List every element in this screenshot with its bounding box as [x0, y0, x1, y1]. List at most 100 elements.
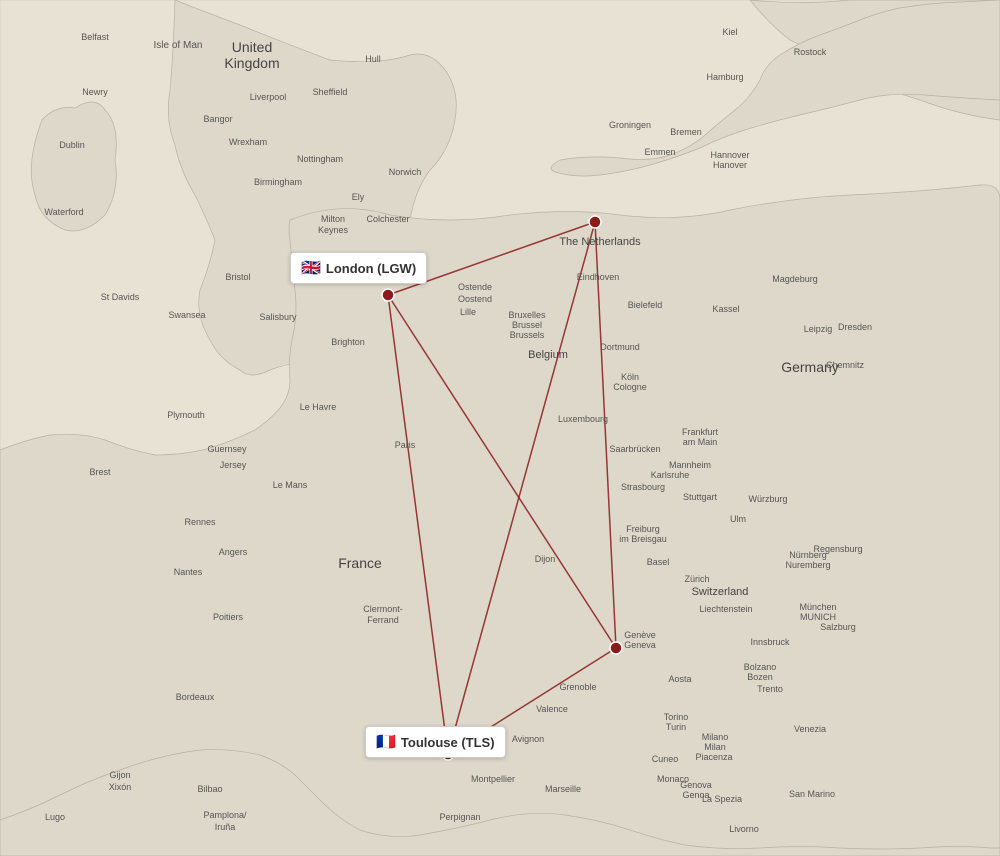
label-dresden: Dresden — [838, 322, 872, 332]
label-bielefeld: Bielefeld — [628, 300, 663, 310]
label-frankfurt: Frankfurt — [682, 427, 719, 437]
label-am-main: am Main — [683, 437, 718, 447]
label-nottingham: Nottingham — [297, 154, 343, 164]
label-keynes: Keynes — [318, 225, 349, 235]
label-avignon: Avignon — [512, 734, 544, 744]
label-salzburg: Salzburg — [820, 622, 856, 632]
label-dublin: Dublin — [59, 140, 85, 150]
label-livorno: Livorno — [729, 824, 759, 834]
label-emmen: Emmen — [644, 147, 675, 157]
label-la-spezia: La Spezia — [702, 794, 742, 804]
label-waterford: Waterford — [44, 207, 83, 217]
label-bilbao: Bilbao — [197, 784, 222, 794]
label-san-marino: San Marino — [789, 789, 835, 799]
label-bangor: Bangor — [203, 114, 232, 124]
label-trento: Trento — [757, 684, 783, 694]
label-le-havre: Le Havre — [300, 402, 337, 412]
lyon-dot — [610, 642, 622, 654]
label-switzerland: Switzerland — [692, 586, 749, 598]
label-brussels: Brussels — [510, 330, 545, 340]
map-container: Isle of Man United Kingdom Belfast Newry… — [0, 0, 1000, 856]
label-stuttgart: Stuttgart — [683, 492, 718, 502]
label-hull: Hull — [365, 54, 381, 64]
map-svg: Isle of Man United Kingdom Belfast Newry… — [0, 0, 1000, 856]
label-isle-of-man: Isle of Man — [154, 40, 203, 51]
label-liverpool: Liverpool — [250, 92, 287, 102]
label-brighton: Brighton — [331, 337, 365, 347]
label-basel: Basel — [647, 557, 670, 567]
label-mannheim: Mannheim — [669, 460, 711, 470]
london-dot — [382, 289, 394, 301]
label-gijon: Gijon — [109, 770, 130, 780]
label-strasbourg: Strasbourg — [621, 482, 665, 492]
label-ulm: Ulm — [730, 514, 746, 524]
label-piacenza: Piacenza — [695, 752, 732, 762]
label-hannover: Hannover — [710, 150, 749, 160]
label-wrexham: Wrexham — [229, 137, 267, 147]
label-belgium: Belgium — [528, 349, 568, 361]
label-dortmund: Dortmund — [600, 342, 640, 352]
label-clermont: Clermont- — [363, 604, 403, 614]
label-rostock: Rostock — [794, 47, 827, 57]
label-france: France — [338, 555, 382, 571]
label-kassel: Kassel — [712, 304, 739, 314]
label-zurich: Zürich — [684, 574, 709, 584]
label-luxembourg: Luxembourg — [558, 414, 608, 424]
label-belfast: Belfast — [81, 32, 109, 42]
label-guernsey: Guernsey — [207, 444, 247, 454]
label-sheffield: Sheffield — [313, 87, 348, 97]
label-groningen: Groningen — [609, 120, 651, 130]
label-iruna: Iruña — [215, 822, 236, 832]
label-le-mans: Le Mans — [273, 480, 308, 490]
label-kingdom: Kingdom — [224, 55, 279, 71]
label-im-breisgau: im Breisgau — [619, 534, 667, 544]
label-colchester: Colchester — [366, 214, 409, 224]
label-kiel: Kiel — [722, 27, 737, 37]
label-venezia: Venezia — [794, 724, 826, 734]
label-torino: Torino — [664, 712, 689, 722]
label-wurzburg: Würzburg — [748, 494, 787, 504]
label-munich2: MUNICH — [800, 612, 836, 622]
label-newry: Newry — [82, 87, 108, 97]
label-plymouth: Plymouth — [167, 410, 205, 420]
label-magdeburg: Magdeburg — [772, 274, 818, 284]
label-leipzig: Leipzig — [804, 324, 833, 334]
label-swansea: Swansea — [168, 310, 205, 320]
label-montpellier: Montpellier — [471, 774, 515, 784]
label-milan: Milano — [702, 732, 729, 742]
label-xijon: Xixón — [109, 782, 132, 792]
label-regensburg: Regensburg — [813, 544, 862, 554]
toulouse-dot — [442, 748, 454, 760]
label-perpignan: Perpignan — [439, 812, 480, 822]
label-innsbruck: Innsbruck — [750, 637, 790, 647]
label-valence: Valence — [536, 704, 568, 714]
amsterdam-dot — [589, 216, 601, 228]
label-lille: Lille — [460, 307, 476, 317]
label-cologne: Köln — [621, 372, 639, 382]
label-karlsruhe: Karlsruhe — [651, 470, 690, 480]
label-aosta: Aosta — [668, 674, 691, 684]
label-dijon: Dijon — [535, 554, 556, 564]
label-bristol: Bristol — [225, 272, 250, 282]
label-ferrand: Ferrand — [367, 615, 399, 625]
label-pamplona: Pamplona/ — [203, 810, 247, 820]
label-freiburg: Freiburg — [626, 524, 660, 534]
label-bremen: Bremen — [670, 127, 702, 137]
label-brussel: Brussel — [512, 320, 542, 330]
label-norwich: Norwich — [389, 167, 422, 177]
label-paris: Paris — [395, 440, 416, 450]
label-hamburg: Hamburg — [706, 72, 743, 82]
label-monaco: Monaco — [657, 774, 689, 784]
label-lugo: Lugo — [45, 812, 65, 822]
label-poitiers: Poitiers — [213, 612, 244, 622]
label-geneva2: Geneva — [624, 640, 656, 650]
label-marseille: Marseille — [545, 784, 581, 794]
label-salisbury: Salisbury — [259, 312, 297, 322]
label-angers: Angers — [219, 547, 248, 557]
label-bruxelles: Bruxelles — [508, 310, 546, 320]
label-chemnitz: Chemnitz — [826, 360, 865, 370]
label-ely: Ely — [352, 192, 365, 202]
label-saarbrucken: Saarbrücken — [609, 444, 660, 454]
label-grenoble: Grenoble — [559, 682, 596, 692]
label-rennes: Rennes — [184, 517, 216, 527]
